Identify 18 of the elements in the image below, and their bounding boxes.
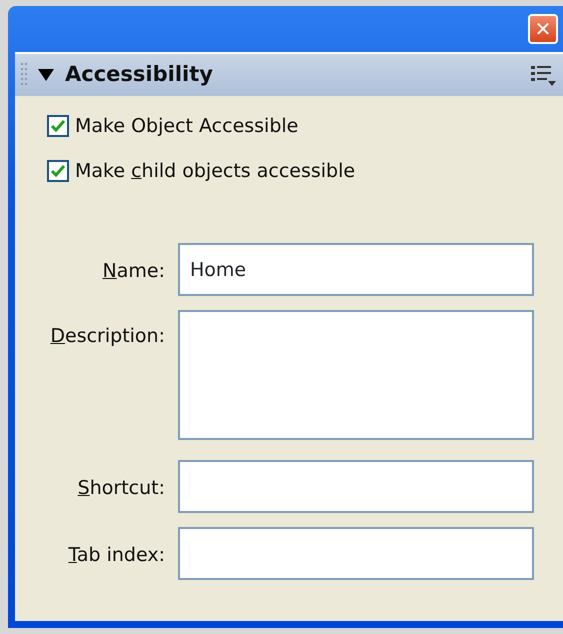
checkbox-label: Make child objects accessible [75,158,356,184]
field-label: Name: [102,259,165,284]
options-menu-icon[interactable] [531,63,557,87]
field-label: Shortcut: [76,476,165,501]
text-field[interactable] [178,310,534,440]
field-label: Description: [49,324,165,349]
field-label: Tab index: [67,543,165,568]
text-field[interactable] [178,460,534,513]
check-icon [51,164,65,177]
text-field[interactable]: Home [178,243,534,296]
check-icon [51,120,65,132]
text-field[interactable] [178,527,534,580]
collapse-triangle-icon[interactable] [37,68,55,82]
checkbox[interactable] [47,115,69,138]
checkbox-label: Make Object Accessible [75,114,298,139]
panel-title: Accessibility [65,61,213,88]
checkbox[interactable] [47,160,69,182]
grip-icon [21,63,27,87]
